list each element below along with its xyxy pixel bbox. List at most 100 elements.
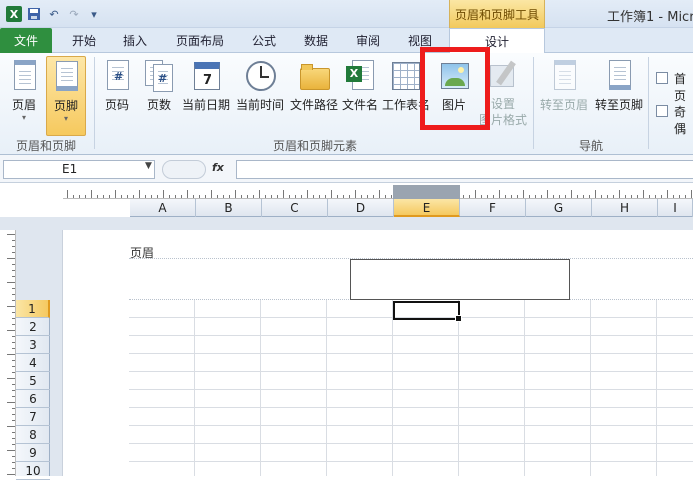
excel-logo-icon[interactable]: X (6, 6, 22, 22)
ruler-tick (175, 195, 176, 198)
header-button[interactable]: 页眉 ▾ (4, 56, 44, 128)
ruler-tick (12, 348, 15, 349)
ruler-selection-marker (393, 185, 460, 199)
ruler-tick (607, 195, 608, 198)
ruler-tick (205, 195, 206, 198)
row-header-2[interactable]: 2 (16, 318, 50, 336)
file-name-button[interactable]: X 文件名 (340, 56, 380, 128)
cell-grid[interactable] (129, 300, 693, 476)
ruler-tick (313, 195, 314, 198)
ruler-tick (12, 276, 15, 277)
goto-footer-button[interactable]: 转至页脚 (592, 56, 646, 128)
tab-file[interactable]: 文件 (0, 28, 52, 53)
format-picture-icon (487, 60, 519, 93)
current-time-label: 当前时间 (235, 98, 284, 112)
page-number-button[interactable]: # 页码 (98, 56, 136, 128)
ruler-tick (469, 195, 470, 198)
column-header-f[interactable]: F (460, 199, 526, 217)
ruler-tick (331, 190, 332, 198)
tab-page-layout[interactable]: 页面布局 (166, 28, 234, 53)
worksheet-icon (390, 60, 422, 94)
row-header-1[interactable]: 1 (16, 300, 50, 318)
ruler-tick (12, 390, 15, 391)
footer-button[interactable]: 页脚 ▾ (46, 56, 86, 136)
column-header-g[interactable]: G (526, 199, 592, 217)
customize-qat-icon[interactable]: ▾ (86, 6, 102, 22)
ruler-tick (7, 450, 15, 451)
ruler-tick (7, 330, 15, 331)
current-time-button[interactable]: 当前时间 (234, 56, 286, 128)
active-cell[interactable] (393, 301, 462, 322)
ruler-tick (655, 195, 656, 198)
insert-function-icon[interactable]: fx (212, 161, 224, 174)
header-center-section[interactable] (350, 259, 570, 300)
tab-insert[interactable]: 插入 (112, 28, 158, 53)
name-box-dropdown-icon[interactable]: ▼ (145, 161, 152, 171)
footer-label: 页脚 (53, 99, 78, 113)
row-header-6[interactable]: 6 (16, 390, 50, 408)
column-header-b[interactable]: B (196, 199, 262, 217)
ruler-tick (343, 195, 344, 198)
row-header-8[interactable]: 8 (16, 426, 50, 444)
ruler-tick (307, 190, 308, 198)
row-header-10[interactable]: 10 (16, 462, 50, 480)
ruler-tick (85, 195, 86, 198)
ruler-tick (7, 234, 15, 235)
ruler-tick (79, 195, 80, 198)
row-header-9[interactable]: 9 (16, 444, 50, 462)
format-picture-label-1: 设置 (490, 97, 515, 111)
row-header-5[interactable]: 5 (16, 372, 50, 390)
ruler-tick (73, 195, 74, 198)
ruler-tick (91, 190, 92, 198)
page-count-button[interactable]: # 页数 (140, 56, 178, 128)
ruler-tick (12, 342, 15, 343)
column-header-c[interactable]: C (262, 199, 328, 217)
ruler-tick (685, 195, 686, 198)
ruler-tick (547, 190, 548, 198)
tab-home[interactable]: 开始 (60, 28, 108, 53)
ruler-tick (295, 195, 296, 198)
file-path-label: 文件路径 (289, 98, 338, 112)
ruler-tick (601, 195, 602, 198)
ruler-tick (115, 190, 116, 198)
picture-highlight-box (420, 47, 490, 130)
name-box[interactable]: E1 (3, 160, 155, 179)
ruler-tick (7, 378, 15, 379)
window-title: 工作簿1 - Micr (607, 10, 693, 25)
ruler-tick (12, 336, 15, 337)
ruler-tick (217, 195, 218, 198)
redo-icon[interactable]: ↷ (66, 6, 82, 22)
goto-header-button[interactable]: 转至页眉 (536, 56, 592, 128)
undo-icon[interactable]: ↶ (46, 6, 62, 22)
row-header-4[interactable]: 4 (16, 354, 50, 372)
row-header-3[interactable]: 3 (16, 336, 50, 354)
ruler-tick (631, 195, 632, 198)
column-header-h[interactable]: H (592, 199, 658, 217)
tab-review[interactable]: 审阅 (346, 28, 390, 53)
ruler-tick (7, 306, 15, 307)
column-header-e[interactable]: E (394, 199, 460, 217)
ruler-tick (157, 195, 158, 198)
footer-icon (50, 61, 82, 95)
save-icon[interactable] (26, 6, 42, 22)
tab-data[interactable]: 数据 (294, 28, 338, 53)
ruler-tick (679, 195, 680, 198)
ruler-tick (7, 282, 15, 283)
ruler-tick (235, 190, 236, 198)
formula-input[interactable] (236, 160, 693, 179)
group-separator (648, 57, 649, 149)
tab-formulas[interactable]: 公式 (242, 28, 286, 53)
ruler-tick (133, 195, 134, 198)
row-header-7[interactable]: 7 (16, 408, 50, 426)
column-header-i[interactable]: I (658, 199, 693, 217)
first-page-checkbox[interactable] (656, 72, 668, 84)
column-header-d[interactable]: D (328, 199, 394, 217)
ruler-tick (211, 190, 212, 198)
current-date-button[interactable]: 7 当前日期 (180, 56, 232, 128)
ruler-tick (391, 195, 392, 198)
formula-bar-expander[interactable] (162, 160, 206, 179)
odd-even-checkbox[interactable] (656, 105, 668, 117)
column-header-a[interactable]: A (130, 199, 196, 217)
page-number-icon: # (101, 60, 133, 94)
file-path-button[interactable]: 文件路径 (288, 56, 340, 128)
